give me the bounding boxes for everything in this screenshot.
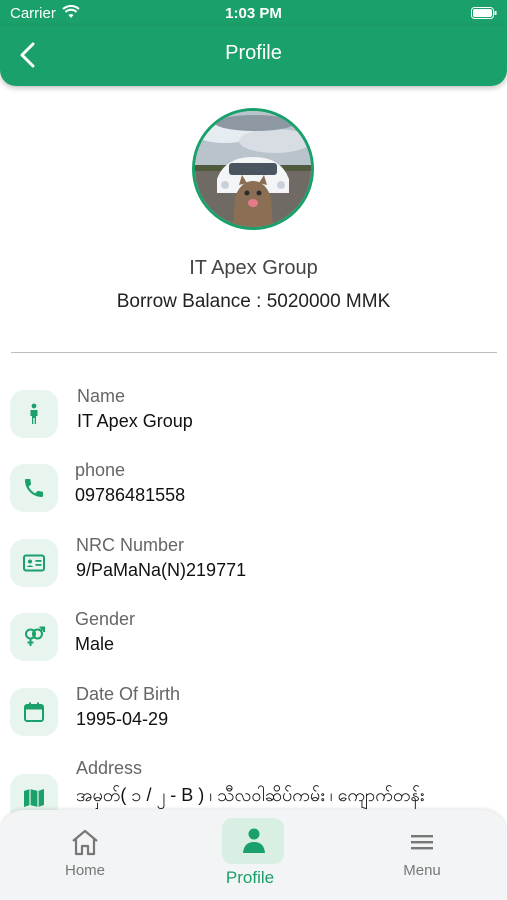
field-row-dob: Date Of Birth 1995-04-29 bbox=[0, 684, 507, 744]
home-icon bbox=[72, 829, 98, 856]
company-name: IT Apex Group bbox=[189, 257, 318, 279]
field-icon-box bbox=[10, 464, 58, 512]
field-value: 9/PaMaNa(N)219771 bbox=[76, 560, 247, 580]
battery-icon bbox=[471, 7, 497, 19]
field-row-nrc: NRC Number 9/PaMaNa(N)219771 bbox=[0, 535, 507, 595]
nav-profile[interactable]: Profile bbox=[190, 810, 310, 900]
clock: 1:03 PM bbox=[225, 5, 282, 22]
borrow-balance: Borrow Balance : 5020000 MMK bbox=[0, 291, 507, 313]
nav-home[interactable]: Home bbox=[25, 810, 145, 900]
divider bbox=[11, 352, 497, 353]
gender-icon bbox=[25, 626, 45, 646]
field-value: Male bbox=[75, 634, 115, 654]
field-icon-box bbox=[10, 688, 58, 736]
id-card-icon bbox=[23, 554, 45, 572]
person-icon bbox=[30, 403, 38, 424]
person-icon bbox=[243, 828, 265, 853]
field-label: Gender bbox=[75, 609, 136, 629]
field-label: NRC Number bbox=[76, 535, 185, 555]
field-icon-box bbox=[10, 613, 58, 661]
field-value: 09786481558 bbox=[75, 485, 186, 505]
nav-home-label: Home bbox=[64, 862, 105, 879]
nav-menu-label: Menu bbox=[403, 862, 441, 879]
field-value: 1995-04-29 bbox=[76, 709, 169, 729]
calendar-icon bbox=[24, 702, 44, 722]
field-icon-box bbox=[10, 539, 58, 587]
field-value: အမှတ်( ၁ / ၂ - B ) ၊ သီလဝါဆိပ်ကမ်း ၊ ကျေ… bbox=[76, 785, 425, 805]
field-row-name: Name IT Apex Group bbox=[0, 386, 507, 446]
menu-icon bbox=[411, 835, 433, 850]
field-label: Address bbox=[76, 758, 143, 778]
balance-value: 5020000 MMK bbox=[266, 291, 391, 312]
nav-menu[interactable]: Menu bbox=[362, 810, 482, 900]
field-value: IT Apex Group bbox=[77, 411, 193, 431]
field-label: phone bbox=[75, 460, 126, 480]
field-label: Date Of Birth bbox=[76, 684, 181, 704]
nav-profile-label: Profile bbox=[225, 868, 275, 887]
balance-label: Borrow Balance : bbox=[116, 291, 267, 312]
status-bar: Carrier 1:03 PM bbox=[0, 0, 507, 26]
field-row-phone: phone 09786481558 bbox=[0, 460, 507, 520]
app-bar: Profile bbox=[0, 26, 507, 86]
avatar-image bbox=[195, 111, 311, 227]
page-title: Profile bbox=[225, 42, 282, 64]
field-icon-box bbox=[10, 390, 58, 438]
field-label: Name bbox=[77, 386, 126, 406]
avatar bbox=[192, 108, 314, 230]
field-row-gender: Gender Male bbox=[0, 609, 507, 669]
map-icon bbox=[24, 789, 44, 807]
bottom-nav: Home Profile Menu bbox=[0, 810, 507, 900]
field-row-address: Address အမှတ်( ၁ / ၂ - B ) ၊ သီလဝါဆိပ်ကမ… bbox=[0, 758, 507, 822]
phone-icon bbox=[25, 479, 43, 497]
